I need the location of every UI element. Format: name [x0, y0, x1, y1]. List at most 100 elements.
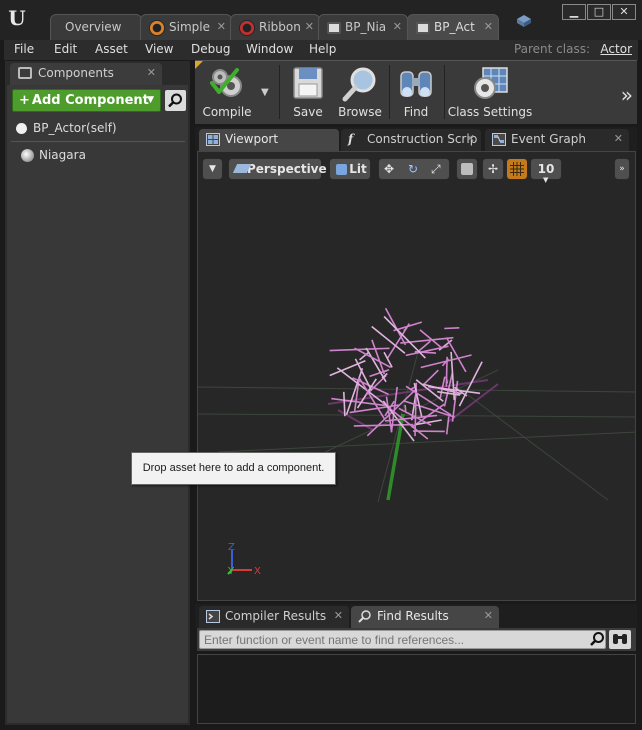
component-self-item[interactable]: BP_Actor(self) [11, 118, 186, 138]
save-button[interactable]: Save [285, 61, 331, 123]
plus-icon: + [19, 93, 30, 108]
scale-icon[interactable]: ⤢ [431, 159, 441, 179]
grid-snap-value[interactable]: 10 ▼ [530, 158, 562, 184]
component-niagara-label: Niagara [39, 148, 86, 162]
unreal-logo-icon[interactable]: U [6, 5, 28, 31]
close-icon[interactable]: ✕ [305, 15, 314, 39]
close-icon[interactable]: ✕ [147, 63, 156, 83]
parent-class-label: Parent class: [513, 42, 590, 56]
save-disk-icon [293, 67, 323, 99]
feedback-icon[interactable] [516, 14, 532, 28]
particle-streak [354, 347, 392, 369]
menu-edit[interactable]: Edit [54, 42, 77, 56]
perspective-button[interactable]: Perspective [228, 158, 327, 180]
viewport-options-button[interactable]: ▼ [202, 158, 223, 180]
lit-button[interactable]: Lit [329, 158, 371, 180]
doc-tab-label: Simple [169, 20, 210, 34]
close-icon[interactable]: ✕ [614, 129, 623, 149]
components-tree: + Add Component ▼ BP_Actor(self) Niagara [7, 85, 188, 723]
close-icon[interactable]: ✕ [393, 15, 402, 39]
doc-tab-overview[interactable]: Overview [50, 14, 142, 40]
tab-event-graph[interactable]: Event Graph ✕ [485, 129, 629, 151]
compile-label: Compile [202, 105, 252, 119]
chevron-down-icon[interactable]: ▼ [261, 87, 269, 98]
close-icon[interactable]: ✕ [466, 129, 475, 149]
tab-construction-script-label: Construction Scrip [367, 132, 478, 146]
search-button[interactable] [165, 90, 186, 111]
doc-tab-bp-act[interactable]: BP_Act ✕ [407, 14, 499, 40]
niagara-particle-cluster [329, 307, 483, 442]
component-niagara-item[interactable]: Niagara [21, 145, 86, 165]
search-icon[interactable] [589, 631, 605, 647]
doc-tab-simple[interactable]: Simple ✕ [140, 14, 232, 40]
world-local-button[interactable]: ✢ [482, 158, 504, 180]
menu-debug[interactable]: Debug [191, 42, 230, 56]
components-icon [18, 67, 32, 79]
particle-streak [405, 345, 449, 357]
compile-button[interactable]: Compile [197, 61, 257, 123]
lit-label: Lit [349, 162, 367, 176]
components-tab-label: Components [38, 66, 114, 80]
tab-compiler-results[interactable]: Compiler Results ✕ [199, 606, 349, 628]
particle-system-icon [239, 19, 255, 36]
viewport-overflow-button[interactable]: » [614, 158, 630, 180]
class-settings-icon [474, 67, 508, 99]
doc-tab-label: Overview [65, 20, 122, 34]
particle-streak [445, 416, 450, 435]
translate-icon[interactable]: ✥ [384, 159, 394, 179]
toolbar-separator [389, 65, 390, 119]
close-icon[interactable]: ✕ [217, 15, 226, 39]
find-references-input[interactable] [199, 630, 606, 649]
doc-tab-label: Ribbon [259, 20, 301, 34]
close-icon[interactable]: ✕ [484, 15, 493, 39]
save-label: Save [293, 105, 323, 119]
menu-file[interactable]: File [14, 42, 34, 56]
particle-streak [445, 337, 467, 373]
world-local-icon: ✢ [487, 162, 499, 176]
add-component-button[interactable]: + Add Component ▼ [12, 89, 161, 112]
divider [11, 141, 185, 142]
doc-tab-bp-nia[interactable]: BP_Nia ✕ [318, 14, 408, 40]
tab-viewport[interactable]: Viewport [199, 129, 339, 151]
viewport-toolbar: ▼ Perspective Lit ✥ ↻ ⤢ ✢ 10 ▼ » [198, 152, 635, 184]
components-tab[interactable]: Components ✕ [10, 63, 162, 85]
chevron-down-icon: ▼ [543, 176, 549, 184]
menu-window[interactable]: Window [246, 42, 293, 56]
axis-y-label: Y [227, 566, 235, 577]
perspective-label: Perspective [247, 162, 327, 176]
particle-streak [423, 369, 439, 385]
tab-find-results[interactable]: Find Results ✕ [351, 606, 499, 628]
find-results-list [197, 654, 636, 724]
toolbar-overflow-icon[interactable]: » [621, 83, 633, 107]
blueprint-book-icon [327, 21, 341, 34]
close-icon[interactable]: ✕ [334, 606, 343, 626]
title-bar: U Overview Simple ✕ Ribbon ✕ BP_Nia ✕ BP… [0, 0, 642, 40]
grid-snap-toggle[interactable] [506, 158, 528, 180]
lit-cube-icon [336, 164, 347, 175]
close-icon[interactable]: ✕ [484, 606, 493, 626]
surface-snapping-button[interactable] [456, 158, 478, 180]
add-component-label: Add Component [31, 93, 149, 108]
menu-help[interactable]: Help [309, 42, 336, 56]
parent-class-link[interactable]: Actor [600, 42, 632, 56]
doc-tab-label: BP_Act [434, 20, 475, 34]
class-settings-button[interactable]: Class Settings [447, 61, 533, 123]
rotate-icon[interactable]: ↻ [408, 159, 418, 179]
find-label: Find [403, 105, 429, 119]
minimize-button[interactable]: ▁ [562, 4, 586, 20]
find-in-all-blueprints-button[interactable] [609, 630, 631, 649]
niagara-icon [21, 149, 34, 162]
maximize-button[interactable]: □ [587, 4, 611, 20]
doc-tab-ribbon[interactable]: Ribbon ✕ [230, 14, 320, 40]
menu-asset[interactable]: Asset [95, 42, 128, 56]
find-button[interactable]: Find [393, 61, 439, 123]
drop-asset-tooltip: Drop asset here to add a component. [131, 452, 336, 485]
close-window-button[interactable]: ✕ [612, 4, 636, 20]
viewport-scene[interactable]: Z X Y [198, 152, 636, 601]
menu-view[interactable]: View [145, 42, 173, 56]
find-bar [197, 628, 636, 651]
viewport[interactable]: Z X Y ▼ Perspective Lit ✥ ↻ ⤢ ✢ 10 ▼ » [197, 151, 636, 601]
toolbar-separator [444, 65, 445, 119]
browse-button[interactable]: Browse [334, 61, 386, 123]
tab-construction-script[interactable]: f Construction Scrip ✕ [341, 129, 481, 151]
